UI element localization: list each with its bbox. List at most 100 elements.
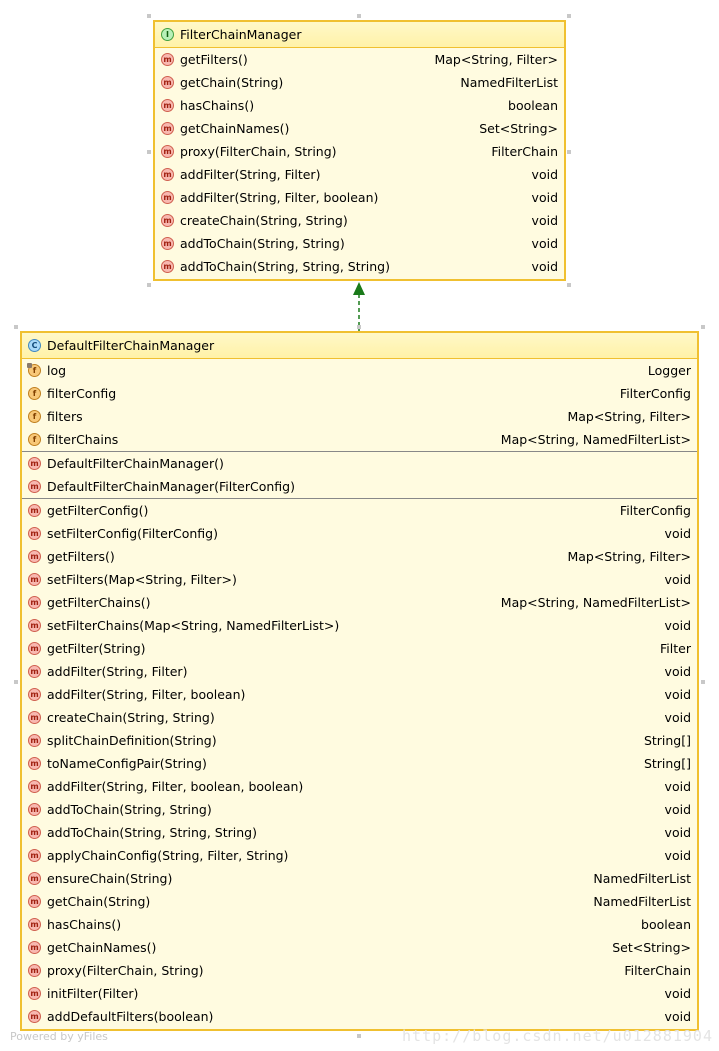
selection-handle[interactable] [567,14,571,18]
method-row[interactable]: m setFilterChains(Map<String, NamedFilter… [22,614,697,637]
method-row[interactable]: m setFilters(Map<String, Filter>) void [22,568,697,591]
method-name: getChainNames() [180,121,290,136]
method-row[interactable]: m applyChainConfig(String, Filter, String… [22,844,697,867]
method-type: Set<String> [612,940,691,955]
method-icon: m [161,53,174,66]
method-row[interactable]: m createChain(String, String) void [22,706,697,729]
method-type: Set<String> [479,121,558,136]
selection-handle[interactable] [357,14,361,18]
method-row[interactable]: m setFilterConfig(FilterConfig) void [22,522,697,545]
method-row[interactable]: m addToChain(String, String) void [155,232,564,255]
selection-handle[interactable] [701,325,705,329]
method-type: NamedFilterList [593,894,691,909]
method-icon: m [28,826,41,839]
method-row[interactable]: m addFilter(String, Filter, boolean) void [155,186,564,209]
method-name: addFilter(String, Filter) [180,167,321,182]
method-row[interactable]: m getFilterChains() Map<String, NamedFilte… [22,591,697,614]
selection-handle[interactable] [357,1034,361,1038]
interface-filterchainmanager[interactable]: I FilterChainManager m getFilters() Map<St… [153,20,566,281]
field-name: log [47,363,67,378]
method-type: void [664,986,691,1001]
method-icon: m [161,145,174,158]
method-name: hasChains() [180,98,255,113]
method-row[interactable]: m createChain(String, String) void [155,209,564,232]
method-name: proxy(FilterChain, String) [180,144,337,159]
field-row[interactable]: f log Logger [22,359,697,382]
method-type: Map<String, Filter> [567,549,691,564]
method-type: FilterChain [624,963,691,978]
method-icon: m [28,987,41,1000]
method-row[interactable]: m getChain(String) NamedFilterList [22,890,697,913]
method-icon: m [28,480,41,493]
method-row[interactable]: m getFilterConfig() FilterConfig [22,499,697,522]
selection-handle[interactable] [567,283,571,287]
method-row[interactable]: m addFilter(String, Filter) void [22,660,697,683]
field-icon: f [28,387,41,400]
selection-handle[interactable] [567,150,571,154]
method-row[interactable]: m addToChain(String, String, String) void [22,821,697,844]
method-type: Filter [660,641,691,656]
class-header: C DefaultFilterChainManager [22,333,697,359]
method-type: void [531,167,558,182]
method-row[interactable]: m getChainNames() Set<String> [155,117,564,140]
method-row[interactable]: m addFilter(String, Filter, boolean, bool… [22,775,697,798]
method-row[interactable]: m addDefaultFilters(boolean) void [22,1005,697,1028]
method-row[interactable]: m hasChains() boolean [22,913,697,936]
method-type: FilterChain [491,144,558,159]
method-icon: m [161,122,174,135]
method-row[interactable]: m addToChain(String, String) void [22,798,697,821]
method-name: hasChains() [47,917,122,932]
constructor-name: DefaultFilterChainManager() [47,456,224,471]
method-row[interactable]: m proxy(FilterChain, String) FilterChain [155,140,564,163]
method-type: void [664,572,691,587]
method-name: addToChain(String, String, String) [180,259,390,274]
field-row[interactable]: f filterChains Map<String, NamedFilterList… [22,428,697,451]
field-icon: f [28,410,41,423]
constructor-row[interactable]: m DefaultFilterChainManager(FilterConfig) [22,475,697,498]
field-row[interactable]: f filterConfig FilterConfig [22,382,697,405]
selection-handle[interactable] [701,680,705,684]
field-icon: f [27,363,41,377]
method-icon: m [28,918,41,931]
selection-handle[interactable] [147,14,151,18]
selection-handle[interactable] [357,325,361,329]
method-row[interactable]: m splitChainDefinition(String) String[] [22,729,697,752]
constructor-row[interactable]: m DefaultFilterChainManager() [22,452,697,475]
field-icon: f [28,433,41,446]
method-icon: m [28,688,41,701]
constructor-name: DefaultFilterChainManager(FilterConfig) [47,479,295,494]
method-name: getChain(String) [47,894,151,909]
implements-arrowhead [353,282,365,295]
method-name: setFilterConfig(FilterConfig) [47,526,218,541]
method-type: boolean [641,917,691,932]
method-row[interactable]: m getChain(String) NamedFilterList [155,71,564,94]
method-row[interactable]: m initFilter(Filter) void [22,982,697,1005]
method-type: void [664,802,691,817]
method-row[interactable]: m getFilters() Map<String, Filter> [22,545,697,568]
method-row[interactable]: m getChainNames() Set<String> [22,936,697,959]
selection-handle[interactable] [14,680,18,684]
method-icon: m [28,734,41,747]
selection-handle[interactable] [14,325,18,329]
method-row[interactable]: m toNameConfigPair(String) String[] [22,752,697,775]
method-name: getFilter(String) [47,641,146,656]
method-row[interactable]: m getFilter(String) Filter [22,637,697,660]
method-row[interactable]: m addFilter(String, Filter, boolean) void [22,683,697,706]
selection-handle[interactable] [147,150,151,154]
field-type: Logger [647,363,691,378]
method-row[interactable]: m getFilters() Map<String, Filter> [155,48,564,71]
method-type: void [531,259,558,274]
method-row[interactable]: m proxy(FilterChain, String) FilterChain [22,959,697,982]
selection-handle[interactable] [147,283,151,287]
method-name: addToChain(String, String) [180,236,345,251]
method-type: void [664,710,691,725]
method-type: void [531,190,558,205]
method-row[interactable]: m addFilter(String, Filter) void [155,163,564,186]
field-row[interactable]: f filters Map<String, Filter> [22,405,697,428]
method-row[interactable]: m addToChain(String, String, String) void [155,255,564,278]
method-row[interactable]: m ensureChain(String) NamedFilterList [22,867,697,890]
class-defaultfilterchainmanager[interactable]: C DefaultFilterChainManager f log Logger f f… [20,331,699,1031]
method-row[interactable]: m hasChains() boolean [155,94,564,117]
method-type: void [664,825,691,840]
method-icon: m [28,596,41,609]
